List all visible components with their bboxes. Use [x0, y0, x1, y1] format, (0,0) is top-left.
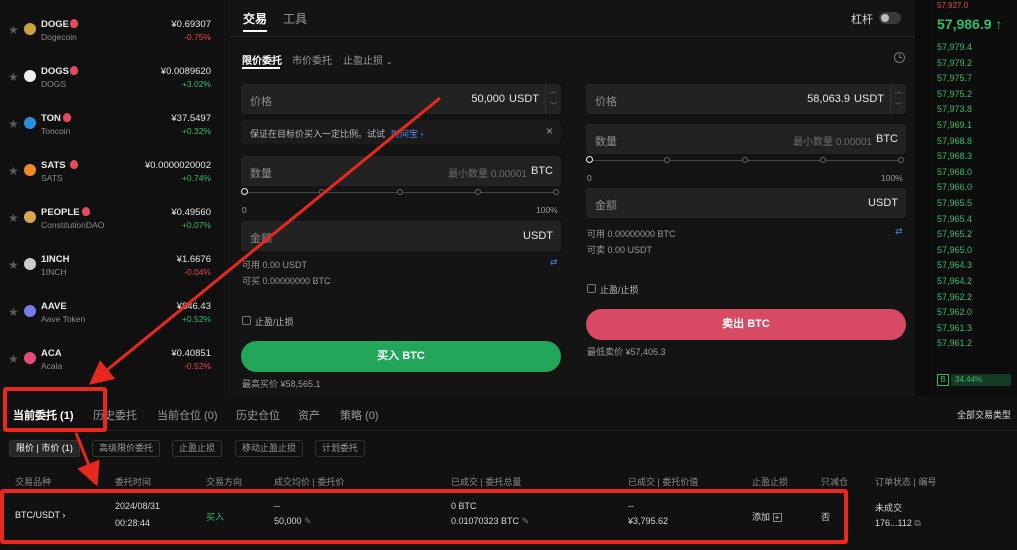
trading-screen: ★ DOGE Dogecoin ¥0.69307 -0.75% ★ DOGS DOGS ¥0.0…	[0, 0, 1017, 550]
arrow-to-order-row	[74, 432, 100, 487]
annotation-arrows	[74, 96, 441, 487]
arrow-to-current-orders	[89, 96, 441, 385]
